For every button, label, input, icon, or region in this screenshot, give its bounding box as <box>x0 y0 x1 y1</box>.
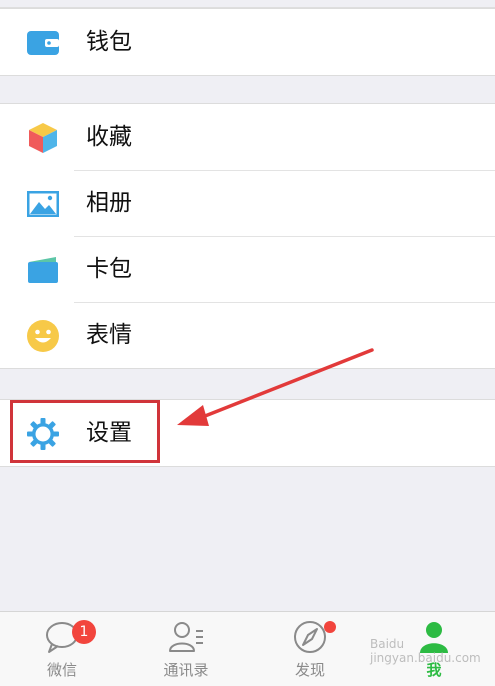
menu-label-wallet: 钱包 <box>86 29 132 55</box>
tab-label-discover: 发现 <box>294 661 325 679</box>
menu-item-favorites[interactable]: 收藏 <box>0 104 495 170</box>
tab-contacts[interactable]: 通讯录 <box>124 612 248 686</box>
tab-chats[interactable]: 1 微信 <box>0 612 124 686</box>
tab-label-chats: 微信 <box>46 661 77 679</box>
wallet-group: 钱包 <box>0 8 495 76</box>
unread-badge: 1 <box>72 620 96 644</box>
wallet-icon <box>27 31 59 55</box>
features-group: 收藏 相册 卡包 表情 <box>0 103 495 369</box>
tab-discover[interactable]: 发现 <box>248 612 372 686</box>
tab-label-contacts: 通讯录 <box>163 661 209 679</box>
menu-item-stickers[interactable]: 表情 <box>0 302 495 368</box>
menu-label-stickers: 表情 <box>86 322 132 348</box>
menu-item-wallet[interactable]: 钱包 <box>0 9 495 75</box>
menu-item-album[interactable]: 相册 <box>0 170 495 236</box>
menu-label-album: 相册 <box>86 190 132 216</box>
contacts-icon <box>169 622 203 652</box>
bottom-tab-bar: 1 微信 通讯录 发现 我 Baidu jingyan.baidu.com <box>0 611 495 686</box>
baidu-watermark: Baidu jingyan.baidu.com <box>370 637 481 665</box>
smiley-icon <box>27 320 59 352</box>
menu-item-cards[interactable]: 卡包 <box>0 236 495 302</box>
picture-icon <box>27 191 59 217</box>
menu-label-cards: 卡包 <box>86 256 132 282</box>
top-strip <box>0 0 495 8</box>
cube-icon <box>29 123 57 153</box>
menu-label-favorites: 收藏 <box>86 124 132 150</box>
card-icon <box>28 257 58 283</box>
new-moment-dot <box>324 621 336 633</box>
settings-highlight-box <box>10 400 160 463</box>
